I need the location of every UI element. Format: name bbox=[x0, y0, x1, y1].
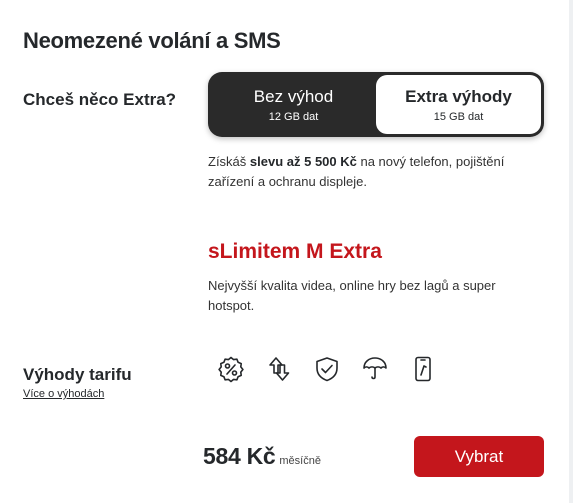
discount-badge-icon bbox=[216, 352, 246, 386]
option-data: 12 GB dat bbox=[268, 110, 319, 123]
data-transfer-icon bbox=[264, 352, 294, 386]
price: 584 Kč měsíčně bbox=[203, 443, 321, 470]
extra-toggle: Bez výhod 12 GB dat Extra výhody 15 GB d… bbox=[208, 72, 544, 137]
benefits-title: Výhody tarifu bbox=[23, 365, 132, 384]
page-edge bbox=[569, 0, 573, 503]
option-label: Bez výhod bbox=[253, 86, 334, 106]
desc-bold: slevu až 5 500 Kč bbox=[249, 154, 357, 169]
plan-description: Nejvyšší kvalita videa, online hry bez l… bbox=[208, 278, 496, 313]
tariff-card: Neomezené volání a SMS Chceš něco Extra?… bbox=[0, 0, 573, 503]
tariff-title: Neomezené volání a SMS bbox=[23, 28, 281, 53]
plan-name: sLimitem M Extra bbox=[208, 240, 382, 263]
option-data: 15 GB dat bbox=[433, 110, 484, 123]
phone-screen-icon bbox=[408, 352, 438, 386]
extra-description: Získáš slevu až 5 500 Kč na nový telefon… bbox=[208, 152, 538, 192]
benefits-icons bbox=[216, 352, 438, 386]
option-label: Extra výhody bbox=[405, 86, 512, 106]
price-period: měsíčně bbox=[279, 455, 321, 467]
option-bez-vyhod[interactable]: Bez výhod 12 GB dat bbox=[211, 75, 376, 134]
option-extra-vyhody[interactable]: Extra výhody 15 GB dat bbox=[376, 75, 541, 134]
desc-prefix: Získáš bbox=[208, 154, 250, 169]
benefits-link[interactable]: Více o výhodách bbox=[23, 388, 104, 400]
extra-question: Chceš něco Extra? bbox=[23, 90, 177, 109]
umbrella-icon bbox=[360, 352, 390, 386]
select-button[interactable]: Vybrat bbox=[414, 436, 544, 477]
shield-check-icon bbox=[312, 352, 342, 386]
price-amount: 584 Kč bbox=[203, 443, 276, 469]
